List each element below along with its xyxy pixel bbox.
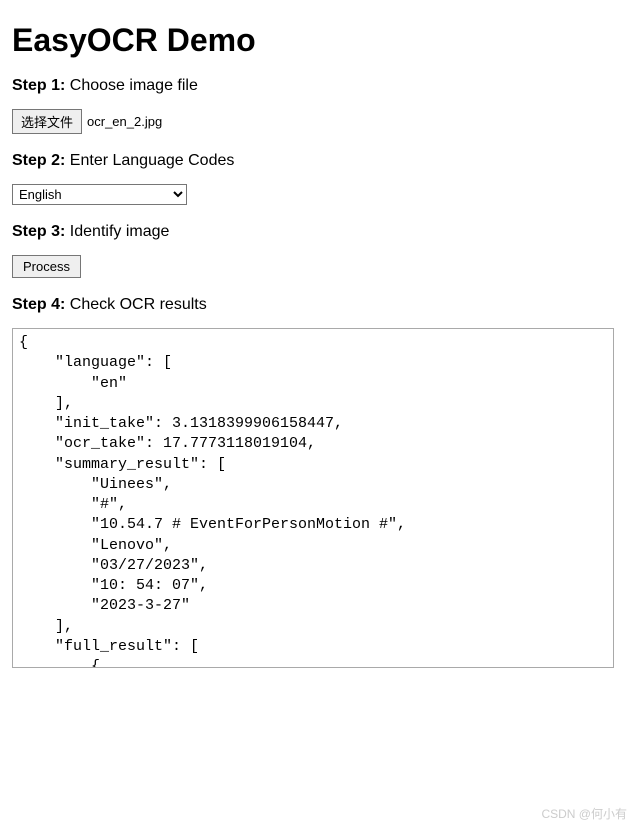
step1-label: Step 1: Choose image file: [12, 77, 623, 95]
step3-text: Identify image: [70, 223, 170, 240]
process-button[interactable]: Process: [12, 255, 81, 278]
selected-file-name: ocr_en_2.jpg: [87, 114, 162, 129]
watermark: CSDN @何小有: [541, 805, 627, 822]
file-input-row: 选择文件 ocr_en_2.jpg: [12, 109, 623, 134]
ocr-result-output[interactable]: [12, 328, 614, 668]
step2-text: Enter Language Codes: [70, 152, 235, 169]
step2-label: Step 2: Enter Language Codes: [12, 152, 623, 170]
step1-text: Choose image file: [70, 77, 198, 94]
page-title: EasyOCR Demo: [12, 22, 623, 59]
choose-file-button[interactable]: 选择文件: [12, 109, 82, 134]
language-select[interactable]: English: [12, 184, 187, 205]
step4-text: Check OCR results: [70, 296, 207, 313]
step4-label: Step 4: Check OCR results: [12, 296, 623, 314]
step4-prefix: Step 4:: [12, 296, 65, 313]
step1-prefix: Step 1:: [12, 77, 65, 94]
step3-prefix: Step 3:: [12, 223, 65, 240]
step2-prefix: Step 2:: [12, 152, 65, 169]
step3-label: Step 3: Identify image: [12, 223, 623, 241]
